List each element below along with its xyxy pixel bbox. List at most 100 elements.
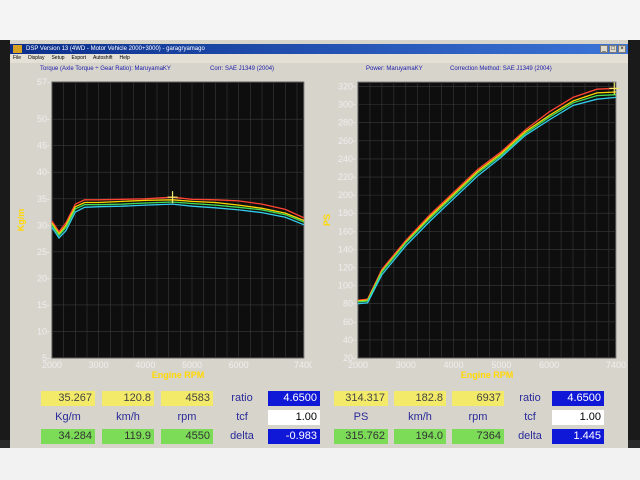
menu-setup[interactable]: Setup — [51, 54, 64, 63]
minimize-icon[interactable]: _ — [600, 45, 608, 53]
y-axis-title: PS — [322, 214, 332, 226]
power-chart-header: Power: MaruyamaKY — [366, 66, 423, 72]
speed-cursor-value: 120.8 — [102, 391, 154, 406]
menu-display[interactable]: Display — [28, 54, 44, 63]
x-tick-label: 4000 — [135, 360, 155, 370]
power-tcf-value: 1.00 — [552, 410, 604, 425]
y-tick-label: 280- — [338, 118, 356, 128]
power-rpm-compare-value: 7364 — [452, 429, 504, 444]
torque-cursor-value: 35.267 — [41, 391, 95, 406]
rpm-cursor-value: 4583 — [161, 391, 213, 406]
y-tick-label: 240- — [338, 154, 356, 164]
y-tick-label: 35- — [37, 194, 50, 204]
power-delta-label: delta — [518, 430, 542, 442]
y-tick-label: 100- — [338, 281, 356, 291]
power-ratio-value: 4.6500 — [552, 391, 604, 406]
speed-compare-value: 119.9 — [102, 429, 154, 444]
power-rpm-unit-label: rpm — [468, 411, 488, 423]
x-tick-label: 6000 — [229, 360, 249, 370]
desk-surface — [0, 448, 640, 480]
power-rpm-cursor-value: 6937 — [452, 391, 504, 406]
rpm-compare-value: 4550 — [161, 429, 213, 444]
window-titlebar[interactable]: DSP Version 13 (4WD - Motor Vehicle 2000… — [10, 44, 628, 54]
ratio-value: 4.6500 — [268, 391, 320, 406]
x-tick-label: 7400 — [606, 360, 626, 370]
speed-unit-label: km/h — [116, 411, 140, 423]
power-cursor-value: 314.317 — [334, 391, 388, 406]
y-tick-label: 20- — [37, 273, 50, 283]
x-tick-label: 3000 — [396, 360, 416, 370]
y-tick-label: 15- — [37, 300, 50, 310]
x-tick-label: 3000 — [89, 360, 109, 370]
menu-autoshift[interactable]: Autoshift — [93, 54, 112, 63]
power-chart-correction: Correction Method: SAE J1349 (2004) — [450, 66, 552, 72]
x-axis-title: Engine RPM — [152, 370, 205, 380]
y-axis-title: Kg/m — [16, 209, 26, 232]
monitor-bezel-right — [628, 40, 640, 440]
power-chart: 20-40-60-80-100-120-140-160-180-200-220-… — [322, 81, 626, 380]
power-speed-compare-value: 194.0 — [394, 429, 446, 444]
y-tick-label: 200- — [338, 190, 356, 200]
power-tcf-label: tcf — [524, 411, 536, 423]
y-tick-label: 60- — [343, 317, 356, 327]
y-tick-label: 140- — [338, 244, 356, 254]
y-tick-label: 220- — [338, 172, 356, 182]
y-tick-label: 180- — [338, 208, 356, 218]
y-tick-label: 30- — [37, 220, 50, 230]
y-tick-label: 57- — [37, 77, 50, 87]
monitor-bezel-left — [0, 40, 10, 440]
ratio-label: ratio — [231, 392, 253, 404]
x-tick-label: 4000 — [444, 360, 464, 370]
torque-chart-correction: Corr: SAE J1349 (2004) — [210, 66, 275, 72]
window-title: DSP Version 13 (4WD - Motor Vehicle 2000… — [26, 46, 205, 52]
monitor-frame-top — [0, 0, 640, 40]
power-delta-value: 1.445 — [552, 429, 604, 444]
power-compare-value: 315.762 — [334, 429, 388, 444]
delta-value: -0.983 — [268, 429, 320, 444]
tcf-label: tcf — [236, 411, 248, 423]
x-tick-label: 2000 — [42, 360, 62, 370]
plot-background — [357, 81, 617, 359]
x-tick-label: 2000 — [348, 360, 368, 370]
y-tick-label: 320- — [338, 82, 356, 92]
torque-unit-label: Kg/m — [55, 411, 81, 423]
power-speed-unit-label: km/h — [408, 411, 432, 423]
y-tick-label: 300- — [338, 100, 356, 110]
y-tick-label: 50- — [37, 114, 50, 124]
power-speed-cursor-value: 182.8 — [394, 391, 446, 406]
window-controls: _ □ × — [600, 45, 626, 53]
readout-panel: 35.267 120.8 4583 Kg/m km/h rpm 34.284 1… — [38, 389, 614, 447]
torque-chart-header: Torque (Axle Torque ÷ Gear Ratio): Maruy… — [40, 66, 171, 72]
menu-bar: File Display Setup Export Autoshift Help — [10, 54, 628, 63]
y-tick-label: 40- — [37, 167, 50, 177]
close-icon[interactable]: × — [618, 45, 626, 53]
y-tick-label: 25- — [37, 247, 50, 257]
monitor-screen: DSP Version 13 (4WD - Motor Vehicle 2000… — [10, 40, 628, 448]
x-tick-label: 6000 — [539, 360, 559, 370]
power-unit-label: PS — [353, 411, 369, 423]
app-icon — [13, 45, 22, 53]
x-axis-title: Engine RPM — [461, 370, 514, 380]
torque-compare-value: 34.284 — [41, 429, 95, 444]
y-tick-label: 160- — [338, 226, 356, 236]
y-tick-label: 80- — [343, 299, 356, 309]
rpm-unit-label: rpm — [177, 411, 197, 423]
y-tick-label: 10- — [37, 326, 50, 336]
x-tick-label: 5000 — [491, 360, 511, 370]
y-tick-label: 45- — [37, 141, 50, 151]
maximize-icon[interactable]: □ — [609, 45, 617, 53]
delta-label: delta — [230, 430, 254, 442]
x-tick-label: 5000 — [182, 360, 202, 370]
power-ratio-label: ratio — [519, 392, 541, 404]
y-tick-label: 40- — [343, 335, 356, 345]
menu-export[interactable]: Export — [72, 54, 86, 63]
x-tick-label: 7400 — [294, 360, 312, 370]
plot-background — [51, 81, 305, 359]
y-tick-label: 120- — [338, 263, 356, 273]
torque-chart: 5-10-15-20-25-30-35-40-45-50-57-2000 3000… — [16, 77, 312, 380]
y-tick-label: 260- — [338, 136, 356, 146]
tcf-value: 1.00 — [268, 410, 320, 425]
chart-area: Torque (Axle Torque ÷ Gear Ratio): Maruy… — [10, 64, 628, 390]
menu-file[interactable]: File — [13, 54, 21, 63]
menu-help[interactable]: Help — [119, 54, 129, 63]
